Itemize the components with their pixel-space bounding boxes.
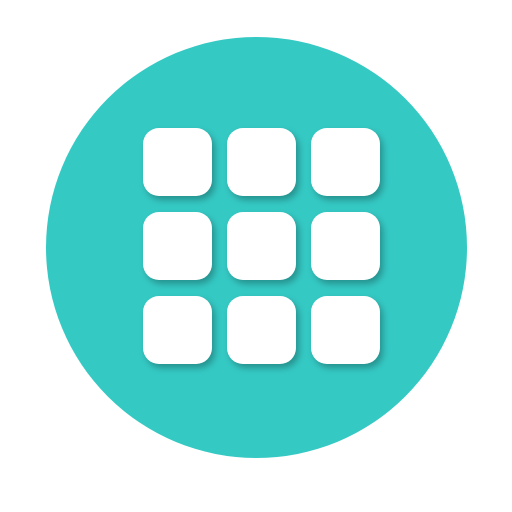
grid-tile	[311, 296, 380, 364]
grid-tile	[311, 128, 380, 196]
grid-tile	[143, 296, 212, 364]
grid-tile	[143, 128, 212, 196]
grid-tile	[227, 296, 296, 364]
grid-tile	[227, 212, 296, 280]
app-grid-icon	[143, 128, 383, 364]
grid-tile	[227, 128, 296, 196]
grid-tile	[311, 212, 380, 280]
grid-tile	[143, 212, 212, 280]
app-icon	[0, 0, 512, 512]
